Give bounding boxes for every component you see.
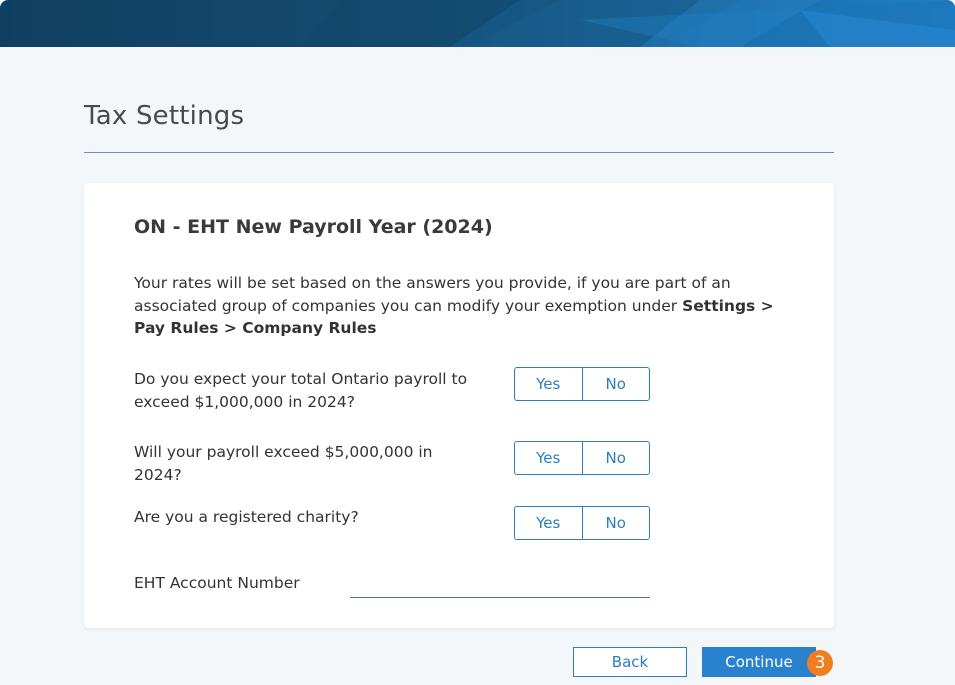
page-title: Tax Settings — [84, 101, 245, 131]
payroll-5m-toggle: Yes No — [514, 441, 650, 475]
description-text: Your rates will be set based on the answ… — [134, 274, 731, 315]
charity-no-button[interactable]: No — [581, 507, 650, 539]
eht-account-label: EHT Account Number — [134, 574, 300, 592]
charity-toggle: Yes No — [514, 506, 650, 540]
question-payroll-1m: Do you expect your total Ontario payroll… — [134, 370, 468, 411]
card-title: ON - EHT New Payroll Year (2024) — [134, 216, 493, 238]
payroll-1m-toggle: Yes No — [514, 367, 650, 401]
back-button[interactable]: Back — [573, 647, 687, 677]
question-payroll-5m: Will your payroll exceed $5,000,000 in 2… — [134, 443, 433, 484]
card-description: Your rates will be set based on the answ… — [134, 272, 794, 340]
payroll-5m-yes-button[interactable]: Yes — [515, 442, 582, 474]
payroll-5m-no-button[interactable]: No — [581, 442, 650, 474]
eht-settings-card: ON - EHT New Payroll Year (2024) Your ra… — [84, 183, 834, 628]
charity-yes-button[interactable]: Yes — [515, 507, 582, 539]
title-divider — [84, 152, 834, 153]
payroll-1m-no-button[interactable]: No — [581, 368, 650, 400]
eht-account-input[interactable] — [350, 574, 650, 598]
continue-button[interactable]: Continue — [702, 647, 816, 677]
step-badge: 3 — [807, 650, 833, 676]
app-window: Tax Settings ON - EHT New Payroll Year (… — [0, 0, 955, 685]
question-charity: Are you a registered charity? — [134, 508, 359, 526]
header-banner — [0, 0, 955, 47]
payroll-1m-yes-button[interactable]: Yes — [515, 368, 582, 400]
header-decoration — [300, 0, 955, 47]
